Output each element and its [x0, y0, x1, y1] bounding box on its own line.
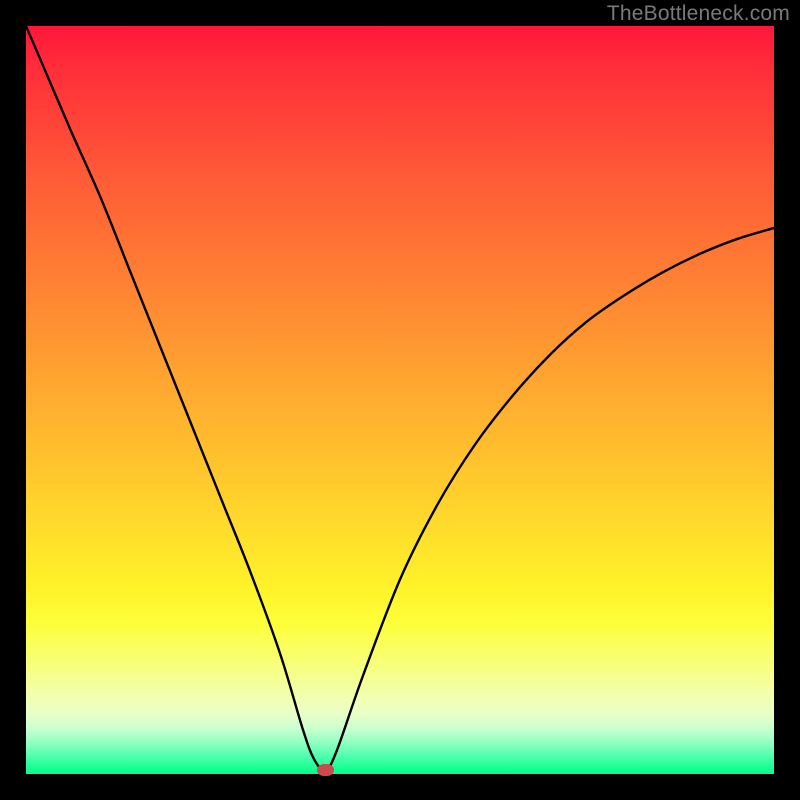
watermark-text: TheBottleneck.com: [607, 2, 790, 26]
plot-area: [26, 26, 774, 774]
bottleneck-curve: [26, 26, 774, 774]
optimum-marker: [317, 764, 334, 776]
chart-frame: TheBottleneck.com: [0, 0, 800, 800]
